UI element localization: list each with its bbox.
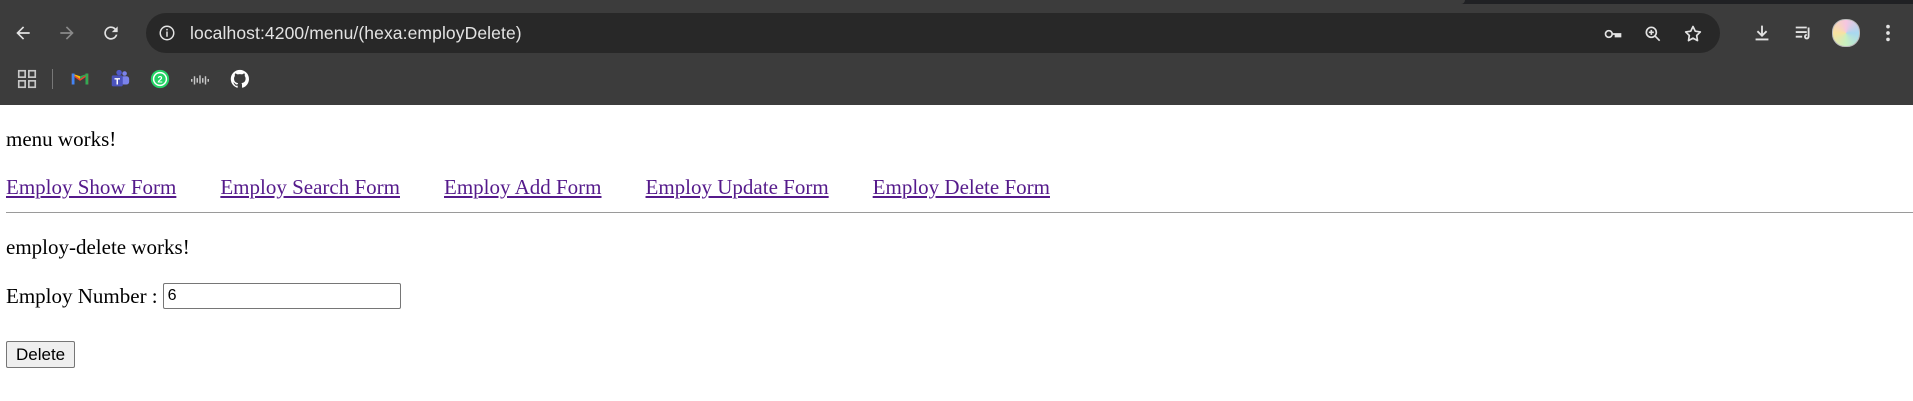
apps-grid-icon[interactable] bbox=[14, 66, 40, 92]
media-playlist-icon[interactable] bbox=[1789, 18, 1819, 48]
bookmarks-separator bbox=[52, 69, 53, 89]
reload-icon bbox=[104, 26, 118, 40]
nav-link-add[interactable]: Employ Add Form bbox=[444, 175, 602, 200]
gmail-icon[interactable] bbox=[67, 66, 93, 92]
employ-number-label: Employ Number : bbox=[6, 283, 158, 308]
address-bar[interactable]: localhost:4200/menu/(hexa:employDelete) bbox=[146, 13, 1720, 53]
back-button[interactable] bbox=[8, 18, 38, 48]
teams-icon[interactable] bbox=[107, 66, 133, 92]
nav-link-delete[interactable]: Employ Delete Form bbox=[873, 175, 1050, 200]
whatsapp-icon[interactable]: 2 bbox=[147, 66, 173, 92]
employ-number-row: Employ Number : bbox=[6, 283, 401, 309]
url-text[interactable]: localhost:4200/menu/(hexa:employDelete) bbox=[190, 23, 522, 44]
component-title: employ-delete works! bbox=[6, 235, 190, 259]
bookmarks-bar: 2 bbox=[14, 64, 267, 94]
browser-toolbar: localhost:4200/menu/(hexa:employDelete) bbox=[0, 12, 1913, 54]
bookmark-star-icon[interactable] bbox=[1680, 21, 1706, 47]
nav-link-show[interactable]: Employ Show Form bbox=[6, 175, 176, 200]
back-arrow-icon bbox=[16, 26, 30, 40]
forward-arrow-icon bbox=[60, 26, 74, 40]
divider bbox=[6, 212, 1913, 213]
more-menu-icon[interactable] bbox=[1873, 18, 1903, 48]
browser-chrome: localhost:4200/menu/(hexa:employDelete) bbox=[0, 0, 1913, 105]
delete-button[interactable]: Delete bbox=[6, 341, 76, 368]
tab-strip bbox=[0, 0, 1913, 4]
nav-links: Employ Show Form Employ Search Form Empl… bbox=[6, 175, 1050, 200]
zoom-icon[interactable] bbox=[1640, 21, 1666, 47]
profile-avatar[interactable] bbox=[1831, 18, 1861, 48]
site-info-icon[interactable] bbox=[154, 20, 180, 46]
github-icon[interactable] bbox=[227, 66, 253, 92]
reload-button[interactable] bbox=[96, 18, 126, 48]
nav-link-search[interactable]: Employ Search Form bbox=[220, 175, 400, 200]
whatsapp-badge: 2 bbox=[157, 75, 162, 85]
nav-link-update[interactable]: Employ Update Form bbox=[646, 175, 829, 200]
download-icon[interactable] bbox=[1747, 18, 1777, 48]
cisco-icon[interactable] bbox=[187, 66, 213, 92]
password-key-icon[interactable] bbox=[1600, 21, 1626, 47]
employ-number-input[interactable] bbox=[162, 283, 401, 309]
forward-button[interactable] bbox=[52, 18, 82, 48]
menu-title: menu works! bbox=[6, 127, 117, 151]
